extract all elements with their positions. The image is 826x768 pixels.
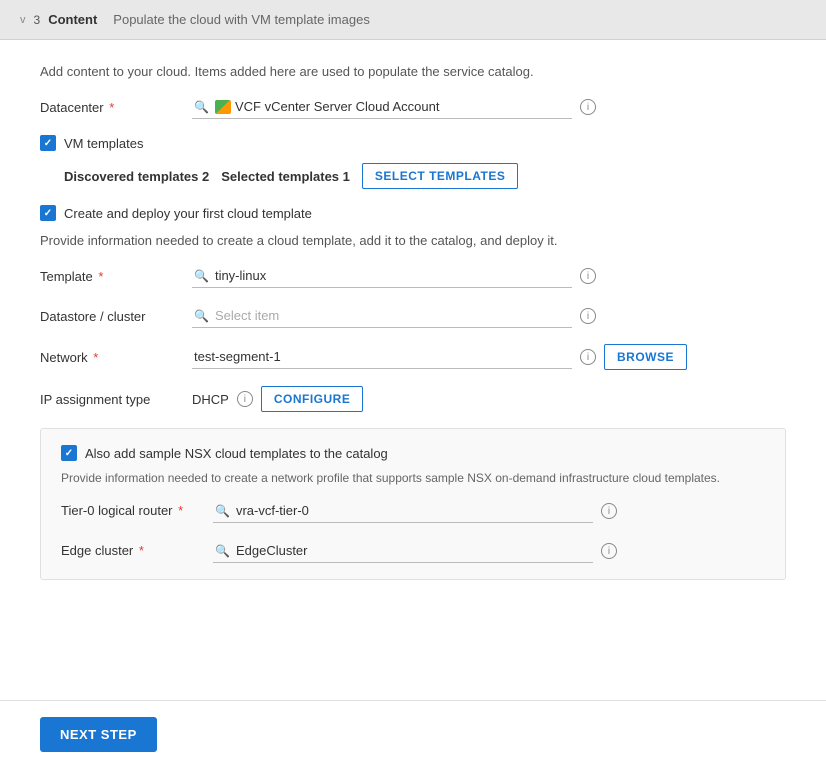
datacenter-info-icon[interactable]: i <box>580 99 596 115</box>
search-icon-tier0: 🔍 <box>215 504 230 518</box>
section-description: Add content to your cloud. Items added h… <box>40 64 786 79</box>
search-icon: 🔍 <box>194 100 209 114</box>
footer: NEXT STEP <box>0 700 826 768</box>
datastore-info-icon[interactable]: i <box>580 308 596 324</box>
browse-button[interactable]: BROWSE <box>604 344 687 370</box>
top-bar: v 3 Content Populate the cloud with VM t… <box>0 0 826 40</box>
ip-info-icon[interactable]: i <box>237 391 253 407</box>
step-number: 3 <box>34 13 41 27</box>
templates-info-row: Discovered templates 2 Selected template… <box>64 163 786 189</box>
selected-templates-info: Selected templates 1 <box>221 169 350 184</box>
create-deploy-label: Create and deploy your first cloud templ… <box>64 206 312 221</box>
create-deploy-checkbox[interactable] <box>40 205 56 221</box>
vm-templates-checkbox-row: VM templates <box>40 135 786 151</box>
network-label: Network * <box>40 350 180 365</box>
nsx-description: Provide information needed to create a n… <box>61 469 765 487</box>
search-icon-edge: 🔍 <box>215 544 230 558</box>
create-deploy-checkbox-row: Create and deploy your first cloud templ… <box>40 205 786 221</box>
nsx-checkbox[interactable] <box>61 445 77 461</box>
tier0-input-wrap: 🔍 i <box>213 499 765 523</box>
datacenter-input[interactable]: 🔍 <box>192 95 572 119</box>
datacenter-label: Datacenter * <box>40 100 180 115</box>
tier0-field[interactable] <box>236 503 591 518</box>
vm-templates-checkbox[interactable] <box>40 135 56 151</box>
network-info-icon[interactable]: i <box>580 349 596 365</box>
network-field[interactable] <box>194 349 570 364</box>
ip-assignment-label: IP assignment type <box>40 392 180 407</box>
template-label: Template * <box>40 269 180 284</box>
datastore-label: Datastore / cluster <box>40 309 180 324</box>
tier0-label: Tier-0 logical router * <box>61 499 201 518</box>
search-icon-datastore: 🔍 <box>194 309 209 323</box>
collapse-chevron[interactable]: v <box>20 14 26 26</box>
network-input[interactable] <box>192 345 572 369</box>
tier0-info-icon[interactable]: i <box>601 503 617 519</box>
template-row: Template * 🔍 i <box>40 264 786 288</box>
tier0-row: Tier-0 logical router * 🔍 i <box>61 499 765 523</box>
discovered-templates-info: Discovered templates 2 <box>64 169 209 184</box>
template-input[interactable]: 🔍 <box>192 264 572 288</box>
ip-assignment-wrap: DHCP i CONFIGURE <box>192 386 786 412</box>
configure-button[interactable]: CONFIGURE <box>261 386 364 412</box>
datacenter-input-wrap: 🔍 i <box>192 95 786 119</box>
ip-assignment-row: IP assignment type DHCP i CONFIGURE <box>40 386 786 412</box>
datastore-row: Datastore / cluster 🔍 i <box>40 304 786 328</box>
nsx-section: Also add sample NSX cloud templates to t… <box>40 428 786 580</box>
edge-info-icon[interactable]: i <box>601 543 617 559</box>
next-step-button[interactable]: NEXT STEP <box>40 717 157 752</box>
vcf-icon <box>215 100 231 114</box>
template-info-icon[interactable]: i <box>580 268 596 284</box>
datacenter-row: Datacenter * 🔍 i <box>40 95 786 119</box>
ip-assignment-value: DHCP <box>192 392 229 407</box>
step-description: Populate the cloud with VM template imag… <box>113 12 370 27</box>
vm-templates-label: VM templates <box>64 136 143 151</box>
select-templates-button[interactable]: SELECT TEMPLATES <box>362 163 518 189</box>
datastore-field[interactable] <box>215 308 570 323</box>
edge-input-wrap: 🔍 i <box>213 539 765 563</box>
step-title: Content <box>48 12 97 27</box>
edge-cluster-row: Edge cluster * 🔍 i <box>61 539 765 563</box>
edge-cluster-label: Edge cluster * <box>61 539 201 558</box>
datacenter-field[interactable] <box>235 99 570 114</box>
tier0-input[interactable]: 🔍 <box>213 499 593 523</box>
main-content: Add content to your cloud. Items added h… <box>0 40 826 700</box>
create-deploy-description: Provide information needed to create a c… <box>40 233 786 248</box>
network-input-wrap: i BROWSE <box>192 344 786 370</box>
edge-field[interactable] <box>236 543 591 558</box>
edge-input[interactable]: 🔍 <box>213 539 593 563</box>
nsx-label: Also add sample NSX cloud templates to t… <box>85 446 388 461</box>
search-icon-template: 🔍 <box>194 269 209 283</box>
nsx-checkbox-row: Also add sample NSX cloud templates to t… <box>61 445 765 461</box>
datastore-input-wrap: 🔍 i <box>192 304 786 328</box>
template-input-wrap: 🔍 i <box>192 264 786 288</box>
network-row: Network * i BROWSE <box>40 344 786 370</box>
datastore-input[interactable]: 🔍 <box>192 304 572 328</box>
template-field[interactable] <box>215 268 570 283</box>
